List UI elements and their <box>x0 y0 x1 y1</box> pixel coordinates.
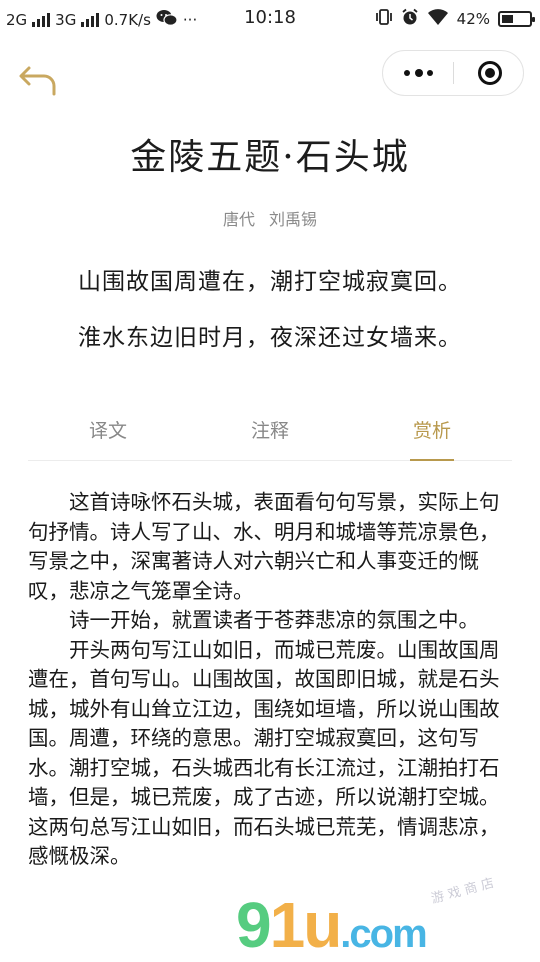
poem-author[interactable]: 刘禹锡 <box>269 210 317 229</box>
poem-dynasty: 唐代 <box>222 210 255 229</box>
battery-percent: 42% <box>456 10 490 28</box>
more-dot-right <box>427 70 433 76</box>
more-dot-center <box>415 69 423 77</box>
tab-bar: 译文 注释 赏析 <box>28 410 512 461</box>
tab-appreciation[interactable]: 赏析 <box>382 416 482 443</box>
more-dots-icon <box>404 70 410 76</box>
poem-line-1: 山围故国周遭在，潮打空城寂寞回。 <box>78 269 462 295</box>
vibrate-icon <box>375 8 393 30</box>
appreciation-article: 这首诗咏怀石头城，表面看句句写景，实际上句句抒情。诗人写了山、水、明月和城墙等荒… <box>28 488 512 872</box>
poem-author-line: 唐代 刘禹锡 <box>0 206 540 230</box>
watermark-part-a: 9 <box>236 889 272 961</box>
close-icon-dot <box>485 68 495 78</box>
more-button[interactable] <box>383 51 453 95</box>
article-paragraph: 开头两句写江山如旧，而城已荒废。山围故国周遭在，首句写山。山围故国，故国即旧城，… <box>28 637 500 869</box>
active-tab-indicator <box>410 459 454 461</box>
watermark-part-b: 1u <box>269 889 343 961</box>
watermark-logo: 91u.com <box>236 888 428 962</box>
article-paragraph: 这首诗咏怀石头城，表面看句句写景，实际上句句抒情。诗人写了山、水、明月和城墙等荒… <box>28 490 500 603</box>
battery-icon <box>498 11 535 27</box>
close-button[interactable] <box>454 51 524 95</box>
article-paragraph: 诗一开始，就置读者于苍莽悲凉的氛围之中。 <box>69 608 479 632</box>
watermark-caption: 游 戏 商 店 <box>429 875 496 908</box>
poem-line-2: 淮水东边旧时月，夜深还过女墙来。 <box>78 325 462 351</box>
watermark-part-c: .com <box>340 912 427 956</box>
poem-title: 金陵五题·石头城 <box>130 137 410 178</box>
tab-notes[interactable]: 注释 <box>220 416 320 443</box>
status-bar: 2G 3G 0.7K/s ··· 10:18 42% <box>0 0 540 38</box>
back-arrow-icon <box>19 66 56 96</box>
wifi-icon <box>427 8 449 30</box>
alarm-icon <box>401 8 419 30</box>
back-button[interactable] <box>16 58 62 104</box>
tab-translation[interactable]: 译文 <box>58 416 158 443</box>
mini-program-capsule <box>382 50 524 96</box>
status-right: 42% <box>375 8 535 30</box>
